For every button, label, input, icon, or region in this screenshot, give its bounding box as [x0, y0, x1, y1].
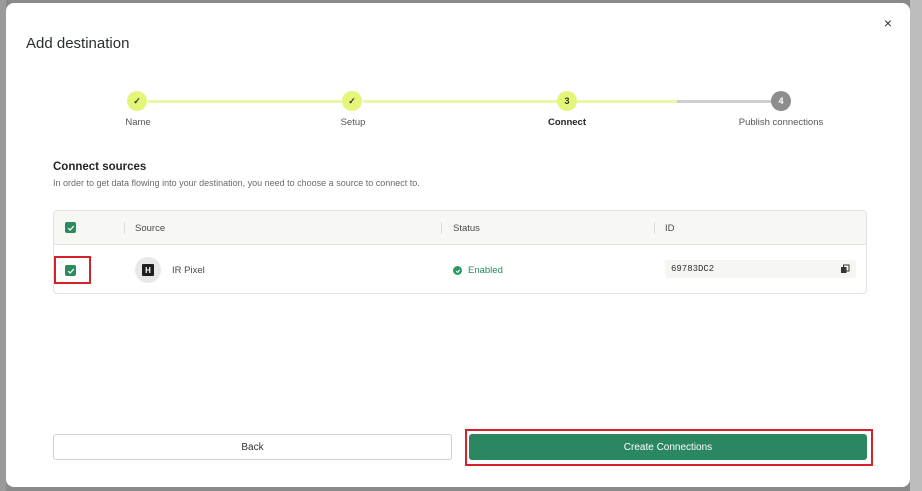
column-divider — [124, 222, 125, 234]
column-header-source[interactable]: Source — [135, 223, 165, 234]
source-avatar: H — [135, 257, 161, 283]
id-value: 69783DC2 — [671, 264, 715, 274]
source-logo-icon: H — [142, 264, 154, 276]
column-header-status[interactable]: Status — [453, 223, 480, 234]
column-divider — [441, 222, 442, 234]
column-divider — [654, 222, 655, 234]
check-icon — [67, 268, 74, 274]
step-label-publish: Publish connections — [738, 117, 824, 128]
step-label-name: Name — [125, 117, 151, 128]
step-connector — [577, 100, 677, 103]
select-all-checkbox[interactable] — [65, 222, 76, 233]
step-setup-check-icon: ✓ — [342, 91, 362, 111]
step-label-connect: Connect — [548, 117, 586, 128]
back-button[interactable]: Back — [53, 434, 452, 460]
copy-icon[interactable] — [840, 264, 850, 274]
status-badge: Enabled — [468, 265, 503, 276]
create-connections-button[interactable]: Create Connections — [469, 434, 867, 460]
id-field: 69783DC2 — [665, 260, 856, 278]
source-name: IR Pixel — [172, 265, 205, 276]
step-publish-number: 4 — [771, 91, 791, 111]
step-label-setup: Setup — [340, 117, 366, 128]
section-title: Connect sources — [53, 161, 147, 173]
stepper: ✓ ✓ 3 4 Name Setup Connect Publish conne… — [6, 87, 910, 137]
step-connector — [677, 100, 777, 103]
step-name-check-icon: ✓ — [127, 91, 147, 111]
step-connector — [363, 100, 568, 103]
step-connect-number: 3 — [557, 91, 577, 111]
row-checkbox[interactable] — [65, 265, 76, 276]
background-app-right — [910, 0, 922, 491]
modal-title: Add destination — [26, 35, 130, 52]
table-header: Source Status ID — [54, 211, 866, 245]
section-subtitle: In order to get data flowing into your d… — [53, 178, 420, 188]
status-check-icon — [453, 266, 462, 275]
table-row[interactable]: H IR Pixel Enabled 69783DC2 — [54, 245, 866, 293]
add-destination-modal: × Add destination ✓ ✓ 3 4 Name Setup Con… — [6, 3, 910, 487]
check-icon — [67, 225, 74, 231]
column-header-id[interactable]: ID — [665, 223, 675, 234]
close-icon[interactable]: × — [880, 15, 896, 31]
sources-table: Source Status ID H IR Pixel Enabled 6978… — [53, 210, 867, 294]
step-connector — [148, 100, 352, 103]
